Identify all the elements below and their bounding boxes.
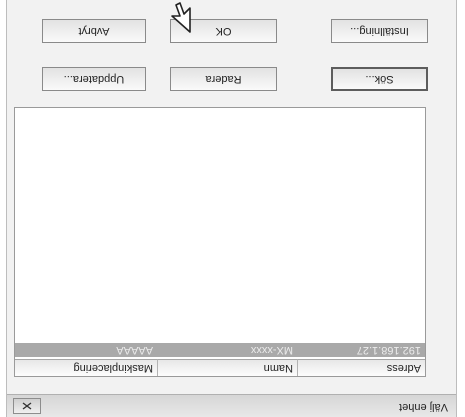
settings-button[interactable]: Inställning... [331,19,428,43]
close-button[interactable] [13,398,41,414]
close-icon [22,402,32,410]
rotated-screenshot-stage: Välj enhet Adress Namn Maskinplacering 1… [0,0,465,417]
title-bar: Välj enhet [7,394,456,417]
delete-button[interactable]: Radera [170,67,277,91]
cell-maskinplacering: AAAAA [116,344,153,356]
column-header-namn[interactable]: Namn [157,359,297,376]
column-header-maskinplacering[interactable]: Maskinplacering [15,359,157,376]
select-device-dialog: Välj enhet Adress Namn Maskinplacering 1… [6,0,457,417]
column-header-adress[interactable]: Adress [297,359,425,376]
device-list-header: Adress Namn Maskinplacering [15,358,425,376]
search-button[interactable]: Sök... [331,67,428,91]
cell-adress: 192.168.1.27 [356,344,421,356]
mouse-pointer-icon [171,2,191,33]
dialog-title: Välj enhet [399,401,448,413]
cell-namn: MX-xxxx [250,344,293,356]
cancel-button[interactable]: Avbryt [42,19,146,43]
table-row[interactable]: 192.168.1.27 MX-xxxx AAAAA [15,343,425,357]
update-button[interactable]: Uppdatera... [42,67,146,91]
device-list[interactable]: Adress Namn Maskinplacering 192.168.1.27… [14,107,426,377]
